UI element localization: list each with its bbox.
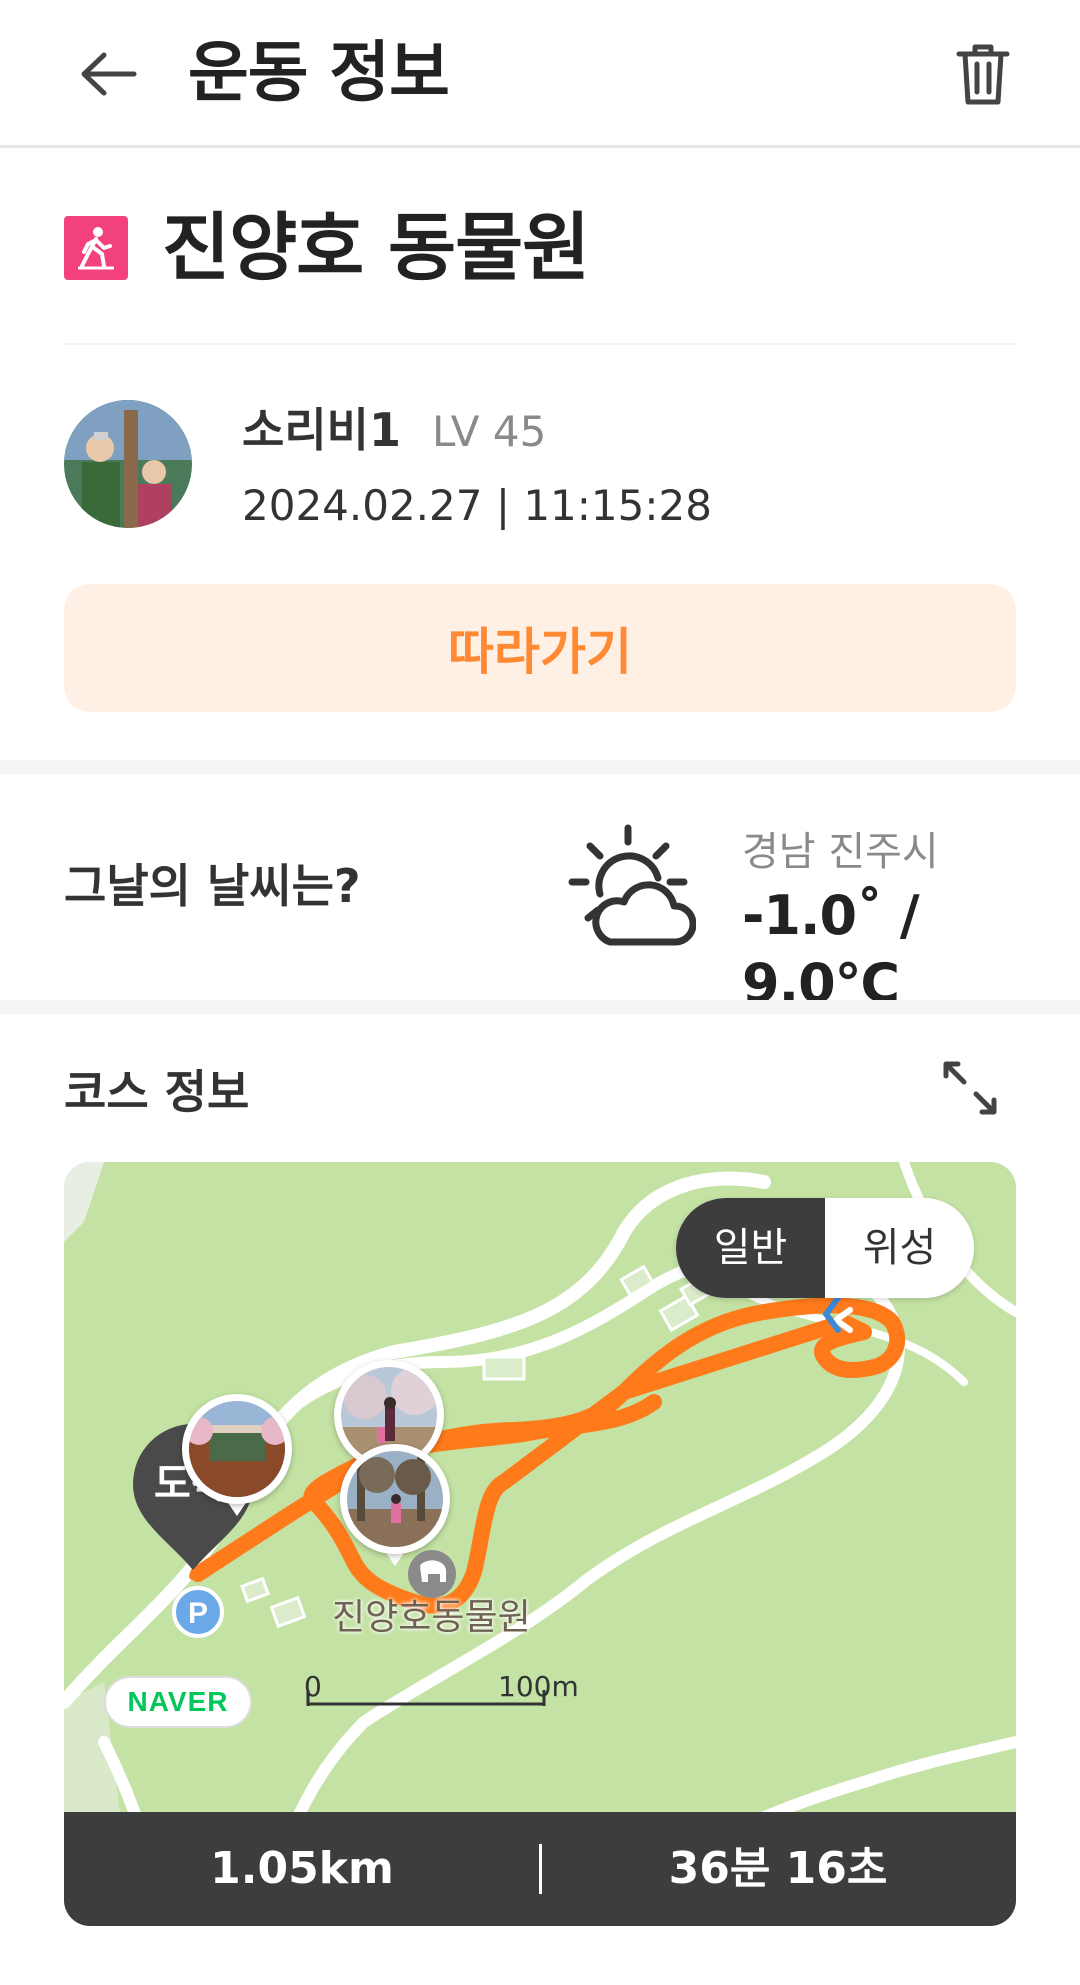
trash-icon [956, 44, 1010, 105]
naver-logo: NAVER [104, 1676, 252, 1728]
course-map[interactable]: P 도착 진양호동물원 NAVER 0 100m 일반 위성 1.05km 36… [64, 1162, 1016, 1926]
weather-section: 그날의 날씨는? 경남 진주시 -1.0˚ / 9.0℃ [0, 774, 1080, 1015]
user-name: 소리비1 [242, 403, 401, 457]
expand-icon[interactable] [940, 1058, 1000, 1118]
exercise-datetime: 2024.02.27 | 11:15:28 [242, 481, 712, 530]
weather-location: 경남 진주시 [742, 829, 939, 875]
partly-cloudy-icon [568, 824, 696, 946]
user-profile: 소리비1 LV 45 2024.02.27 | 11:15:28 [64, 400, 1016, 530]
course-stats-bar: 1.05km 36분 16초 [64, 1812, 1016, 1926]
course-title: 진양호 동물원 [162, 205, 590, 291]
photo-pin[interactable] [340, 1444, 450, 1574]
delete-button[interactable] [950, 36, 1016, 112]
course-info-section: 코스 정보 P 도착 진양호동물원 NAVER 0 100m 일반 위성 1.0… [0, 1014, 1080, 1985]
app-bar: 운동 정보 [0, 0, 1080, 148]
avatar[interactable] [64, 400, 192, 528]
map-type-satellite[interactable]: 위성 [825, 1198, 974, 1298]
arrow-left-icon [81, 52, 137, 96]
course-header: 진양호 동물원 [64, 190, 1016, 345]
weather-temperature: -1.0˚ / 9.0℃ [742, 884, 920, 1015]
scale-start-label: 0 [304, 1670, 322, 1703]
duration-value: 36분 16초 [668, 1843, 888, 1894]
course-info-title: 코스 정보 [64, 1065, 250, 1119]
stats-divider [539, 1844, 542, 1894]
page-title: 운동 정보 [188, 34, 450, 111]
walking-icon [64, 216, 128, 280]
photo-pin[interactable] [182, 1394, 292, 1524]
map-type-toggle: 일반 위성 [676, 1198, 974, 1298]
map-type-normal[interactable]: 일반 [676, 1198, 825, 1298]
follow-button[interactable]: 따라가기 [64, 584, 1016, 712]
section-divider [0, 760, 1080, 774]
photo-thumbnail [347, 1451, 443, 1547]
svg-text:P: P [188, 1597, 208, 1630]
section-divider [0, 1000, 1080, 1014]
scale-end-label: 100m [498, 1670, 579, 1703]
distance-value: 1.05km [210, 1843, 394, 1894]
back-button[interactable] [70, 36, 146, 112]
poi-label: 진양호동물원 [332, 1597, 531, 1638]
photo-thumbnail [189, 1401, 285, 1497]
user-level: LV 45 [432, 407, 547, 456]
weather-question: 그날의 날씨는? [64, 859, 361, 913]
